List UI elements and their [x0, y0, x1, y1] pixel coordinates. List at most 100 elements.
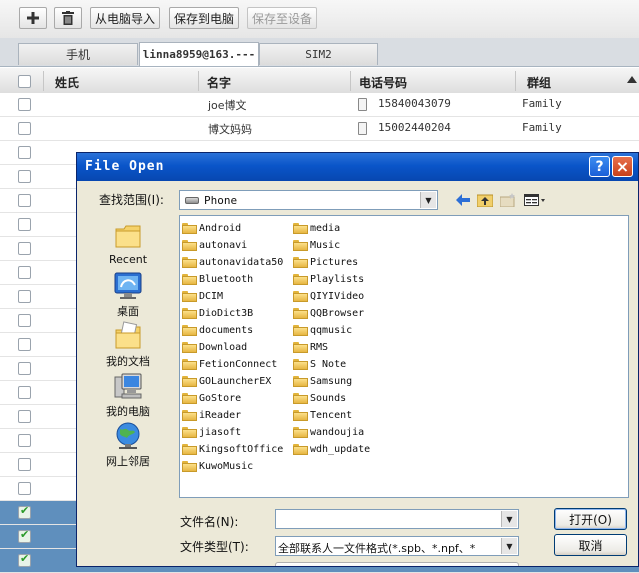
folder-name: Android	[199, 222, 242, 234]
row-checkbox[interactable]	[18, 242, 31, 255]
column-lastname[interactable]: 姓氏	[55, 74, 79, 91]
row-checkbox[interactable]	[18, 266, 31, 279]
save-to-device-button[interactable]: 保存至设备	[247, 7, 317, 29]
delete-contact-button[interactable]	[54, 7, 82, 29]
folder-name: KingsoftOffice	[199, 443, 284, 455]
row-checkbox[interactable]	[18, 338, 31, 351]
new-folder-button[interactable]	[500, 192, 516, 208]
place-my-documents[interactable]: 我的文档	[101, 321, 155, 369]
look-in-dropdown[interactable]: Phone ▼	[179, 190, 438, 210]
file-list[interactable]: Android autonavi autonavidata50 Bluetooth DC…	[179, 215, 629, 498]
row-checkbox[interactable]	[18, 290, 31, 303]
close-button[interactable]: ×	[612, 156, 633, 177]
view-menu-button[interactable]	[523, 192, 547, 208]
column-name[interactable]: 名字	[207, 74, 231, 91]
folder-name: Music	[310, 239, 341, 251]
back-button[interactable]	[455, 192, 471, 208]
table-row[interactable]: joe博文 15840043079 Family	[0, 93, 639, 117]
folder-item[interactable]: jiasoft	[182, 424, 241, 440]
place-desktop[interactable]: 桌面	[101, 271, 155, 319]
folder-item[interactable]: Samsung	[293, 373, 352, 389]
place-recent[interactable]: Recent	[101, 221, 155, 266]
place-network[interactable]: 网上邻居	[101, 421, 155, 469]
save-to-computer-button[interactable]: 保存到电脑	[169, 7, 239, 29]
place-my-computer[interactable]: 我的电脑	[101, 371, 155, 419]
row-checkbox[interactable]	[18, 122, 31, 135]
drive-icon	[185, 197, 199, 204]
row-checkbox[interactable]	[18, 98, 31, 111]
row-checkbox[interactable]	[18, 362, 31, 375]
row-checkbox-checked[interactable]	[18, 504, 31, 519]
row-checkbox[interactable]	[18, 434, 31, 447]
tab-sim2[interactable]: SIM2	[259, 43, 378, 65]
column-group[interactable]: 群组	[527, 74, 551, 91]
up-folder-button[interactable]	[476, 192, 494, 208]
folder-item[interactable]: GoStore	[182, 390, 241, 406]
folder-item[interactable]: KingsoftOffice	[182, 441, 283, 457]
recent-folder-icon	[113, 221, 143, 251]
folder-item[interactable]: QQBrowser	[293, 305, 364, 321]
folder-item[interactable]: Playlists	[293, 271, 364, 287]
preview-button[interactable]: 预览	[275, 562, 519, 566]
row-checkbox[interactable]	[18, 410, 31, 423]
account-tabs: 手机 linna8959@163.--- SIM2	[0, 38, 639, 67]
tab-phone[interactable]: 手机	[18, 43, 138, 65]
row-checkbox[interactable]	[18, 482, 31, 495]
row-checkbox[interactable]	[18, 458, 31, 471]
folder-name: iReader	[199, 409, 242, 421]
folder-item[interactable]: autonavi	[182, 237, 247, 253]
folder-item[interactable]: Sounds	[293, 390, 346, 406]
row-checkbox[interactable]	[18, 170, 31, 183]
row-checkbox[interactable]	[18, 194, 31, 207]
tab-linna-account[interactable]: linna8959@163.---	[139, 42, 259, 66]
folder-item[interactable]: Android	[182, 220, 241, 236]
row-checkbox[interactable]	[18, 314, 31, 327]
folder-item[interactable]: FetionConnect	[182, 356, 277, 372]
folder-item[interactable]: DCIM	[182, 288, 223, 304]
row-checkbox[interactable]	[18, 386, 31, 399]
folder-name: Samsung	[310, 375, 353, 387]
folder-item[interactable]: GOLauncherEX	[182, 373, 271, 389]
chevron-down-icon[interactable]: ▼	[501, 511, 517, 527]
folder-item[interactable]: S Note	[293, 356, 346, 372]
folder-item[interactable]: autonavidata50	[182, 254, 283, 270]
row-checkbox[interactable]	[18, 146, 31, 159]
chevron-down-icon[interactable]: ▼	[501, 538, 517, 554]
folder-item[interactable]: Download	[182, 339, 247, 355]
cancel-button[interactable]: 取消	[554, 534, 627, 556]
filename-input[interactable]: ▼	[275, 509, 519, 529]
folder-name: jiasoft	[199, 426, 242, 438]
folder-item[interactable]: RMS	[293, 339, 328, 355]
dialog-titlebar[interactable]: File Open ? ×	[77, 153, 638, 181]
column-phone[interactable]: 电话号码	[359, 74, 407, 91]
folder-item[interactable]: wandoujia	[293, 424, 364, 440]
filetype-dropdown[interactable]: 全部联系人一文件格式(*.spb、*.npf、* ▼	[275, 536, 519, 556]
folder-item[interactable]: Tencent	[293, 407, 352, 423]
open-button[interactable]: 打开(O)	[554, 508, 627, 530]
row-checkbox-checked[interactable]	[18, 528, 31, 543]
folder-item[interactable]: qqmusic	[293, 322, 352, 338]
row-checkbox[interactable]	[18, 218, 31, 231]
help-button[interactable]: ?	[589, 156, 610, 177]
folder-item[interactable]: KuwoMusic	[182, 458, 253, 474]
folder-icon	[182, 460, 197, 472]
folder-item[interactable]: media	[293, 220, 340, 236]
import-from-computer-button[interactable]: 从电脑导入	[90, 7, 160, 29]
sort-ascending-icon[interactable]	[627, 76, 637, 83]
table-row[interactable]: 博文妈妈 15002440204 Family	[0, 117, 639, 141]
folder-item[interactable]: DioDict3B	[182, 305, 253, 321]
chevron-down-icon[interactable]: ▼	[420, 192, 436, 208]
folder-item[interactable]: QIYIVideo	[293, 288, 364, 304]
row-checkbox-checked[interactable]	[18, 552, 31, 567]
folder-item[interactable]: wdh_update	[293, 441, 370, 457]
contact-group: Family	[522, 97, 562, 110]
folder-icon	[293, 409, 308, 421]
folder-item[interactable]: Pictures	[293, 254, 358, 270]
folder-name: Bluetooth	[199, 273, 254, 285]
folder-item[interactable]: iReader	[182, 407, 241, 423]
add-contact-button[interactable]	[19, 7, 47, 29]
select-all-checkbox[interactable]	[18, 75, 31, 88]
folder-item[interactable]: Bluetooth	[182, 271, 253, 287]
folder-item[interactable]: documents	[182, 322, 253, 338]
folder-item[interactable]: Music	[293, 237, 340, 253]
